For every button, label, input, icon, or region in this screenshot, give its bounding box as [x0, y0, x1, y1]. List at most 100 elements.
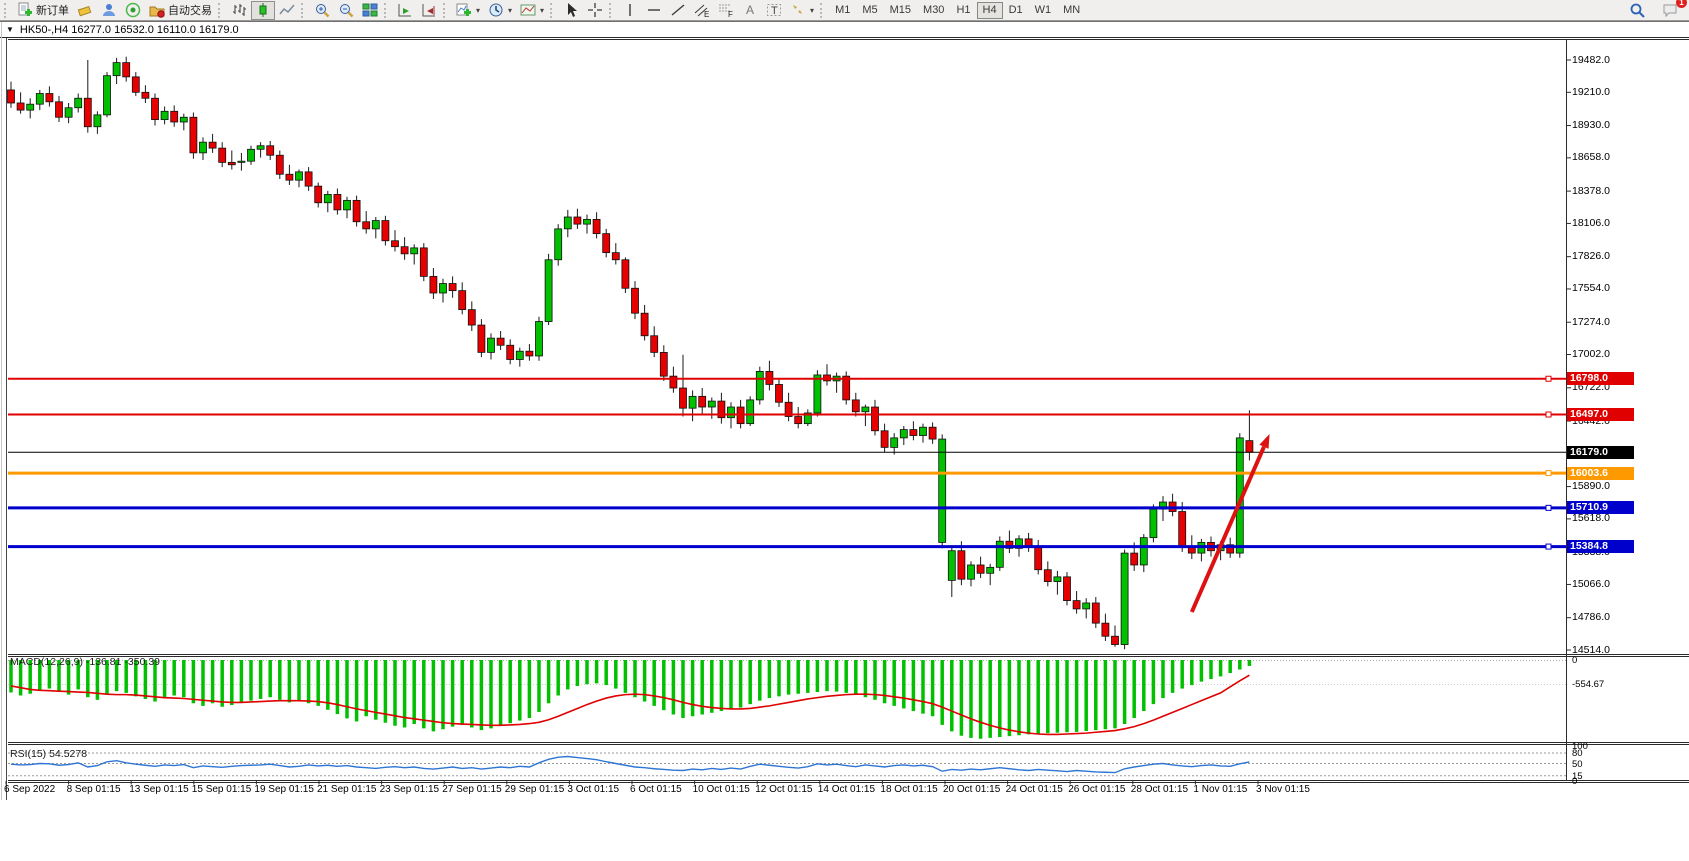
svg-text:T: T — [771, 5, 778, 17]
toolbar-right: 1 — [1625, 1, 1683, 20]
period-button[interactable]: ▾ — [484, 1, 516, 20]
indicators-icon — [456, 2, 472, 18]
crosshair-icon — [587, 2, 603, 18]
template-caret-icon: ▾ — [540, 6, 544, 15]
svg-text:A: A — [746, 3, 754, 17]
chart-canvas[interactable] — [0, 0, 1689, 861]
timeframe-h4-button[interactable]: H4 — [977, 2, 1003, 19]
profile-button[interactable] — [97, 1, 121, 20]
price-tick-label: 19210.0 — [1572, 86, 1610, 98]
text-button[interactable]: A — [738, 1, 762, 20]
tile-windows-button[interactable] — [358, 1, 382, 20]
toolbar-grip[interactable] — [550, 3, 555, 18]
time-axis-label: 26 Oct 01:15 — [1068, 784, 1125, 795]
price-tick-label: 18106.0 — [1572, 217, 1610, 229]
time-axis-label: 18 Oct 01:15 — [880, 784, 937, 795]
macd-axis-min-label: -554.67 — [1572, 679, 1604, 690]
bar-chart-icon — [231, 2, 247, 18]
trendline-icon — [670, 2, 686, 18]
time-axis-label: 13 Sep 01:15 — [129, 784, 189, 795]
horizontal-line-button[interactable] — [642, 1, 666, 20]
vertical-line-button[interactable] — [618, 1, 642, 20]
zoom-in-button[interactable] — [310, 1, 334, 20]
svg-text:E: E — [704, 10, 709, 18]
toolbar-grip[interactable] — [384, 3, 389, 18]
candlestick-chart-button[interactable] — [251, 1, 275, 20]
toolbar-grip[interactable] — [820, 3, 825, 18]
cursor-button[interactable] — [559, 1, 583, 20]
price-tick-label: 17274.0 — [1572, 316, 1610, 328]
vertical-line-icon — [622, 2, 638, 18]
toolbar-grip[interactable] — [4, 3, 9, 18]
timeframe-mn-button[interactable]: MN — [1057, 2, 1086, 19]
time-axis-label: 3 Nov 01:15 — [1256, 784, 1310, 795]
timeframe-m15-button[interactable]: M15 — [884, 2, 917, 19]
auto-scroll-button[interactable] — [393, 1, 417, 20]
indicators-caret-icon: ▾ — [476, 6, 480, 15]
timeframe-m1-button[interactable]: M1 — [829, 2, 856, 19]
timeframe-h1-button[interactable]: H1 — [950, 2, 976, 19]
autotrade-button[interactable]: 自动交易 — [145, 1, 216, 20]
toolbar-grip[interactable] — [609, 3, 614, 18]
new-order-button[interactable]: 新订单 — [13, 1, 73, 20]
signal-button[interactable] — [121, 1, 145, 20]
autotrade-icon — [149, 2, 165, 18]
macd-indicator-label: MACD(12,26,9) -136.81 -350.39 — [10, 656, 160, 668]
timeframe-w1-button[interactable]: W1 — [1029, 2, 1058, 19]
time-axis-label: 19 Sep 01:15 — [254, 784, 314, 795]
period-caret-icon: ▾ — [508, 6, 512, 15]
chart-shift-icon — [421, 2, 437, 18]
zoom-out-button[interactable] — [334, 1, 358, 20]
time-axis-label: 12 Oct 01:15 — [755, 784, 812, 795]
time-axis-label: 1 Nov 01:15 — [1193, 784, 1247, 795]
line-chart-button[interactable] — [275, 1, 299, 20]
template-button[interactable]: ▾ — [516, 1, 548, 20]
new-order-label: 新订单 — [36, 2, 69, 18]
profile-icon — [101, 2, 117, 18]
chart-shift-button[interactable] — [417, 1, 441, 20]
rsi-axis-label: 80 — [1572, 748, 1583, 759]
eraser-button[interactable] — [73, 1, 97, 20]
clock-icon — [488, 2, 504, 18]
toolbar-grip[interactable] — [218, 3, 223, 18]
channel-button[interactable]: E — [690, 1, 714, 20]
fibonacci-button[interactable]: F — [714, 1, 738, 20]
timeframe-m5-button[interactable]: M5 — [856, 2, 883, 19]
time-axis-label: 10 Oct 01:15 — [693, 784, 750, 795]
bar-chart-button[interactable] — [227, 1, 251, 20]
text-label-icon: T — [766, 2, 782, 18]
text-icon: A — [742, 2, 758, 18]
time-axis-label: 28 Oct 01:15 — [1131, 784, 1188, 795]
arrows-button[interactable]: ▾ — [786, 1, 818, 20]
timeframe-d1-button[interactable]: D1 — [1003, 2, 1029, 19]
time-axis-label: 6 Oct 01:15 — [630, 784, 682, 795]
price-tick-label: 18658.0 — [1572, 151, 1610, 163]
svg-text:F: F — [728, 10, 733, 18]
timeframe-group: M1M5M15M30H1H4D1W1MN — [829, 2, 1086, 19]
hline-price-label: 16003.6 — [1567, 467, 1634, 480]
price-tick-label: 19482.0 — [1572, 54, 1610, 66]
trendline-button[interactable] — [666, 1, 690, 20]
price-tick-label: 14514.0 — [1572, 644, 1610, 656]
indicators-button[interactable]: ▾ — [452, 1, 484, 20]
price-tick-label: 17002.0 — [1572, 348, 1610, 360]
chart-titlebar[interactable]: ▼ HK50-,H4 16277.0 16532.0 16110.0 16179… — [0, 21, 1689, 38]
zoom-in-icon — [314, 2, 330, 18]
time-axis-label: 27 Sep 01:15 — [442, 784, 502, 795]
time-axis-label: 6 Sep 2022 — [4, 784, 55, 795]
notifications-button[interactable]: 1 — [1658, 1, 1683, 20]
crosshair-button[interactable] — [583, 1, 607, 20]
time-axis-label: 29 Sep 01:15 — [505, 784, 565, 795]
search-button[interactable] — [1625, 1, 1650, 20]
time-axis-label: 14 Oct 01:15 — [818, 784, 875, 795]
time-axis-label: 21 Sep 01:15 — [317, 784, 377, 795]
toolbar-grip[interactable] — [301, 3, 306, 18]
hline-price-label: 16179.0 — [1567, 446, 1634, 459]
toolbar-grip[interactable] — [443, 3, 448, 18]
collapse-icon[interactable]: ▼ — [6, 25, 14, 34]
time-axis-label: 8 Sep 01:15 — [67, 784, 121, 795]
rsi-axis-label: 0 — [1572, 776, 1577, 787]
horizontal-line-icon — [646, 2, 662, 18]
timeframe-m30-button[interactable]: M30 — [917, 2, 950, 19]
text-label-button[interactable]: T — [762, 1, 786, 20]
